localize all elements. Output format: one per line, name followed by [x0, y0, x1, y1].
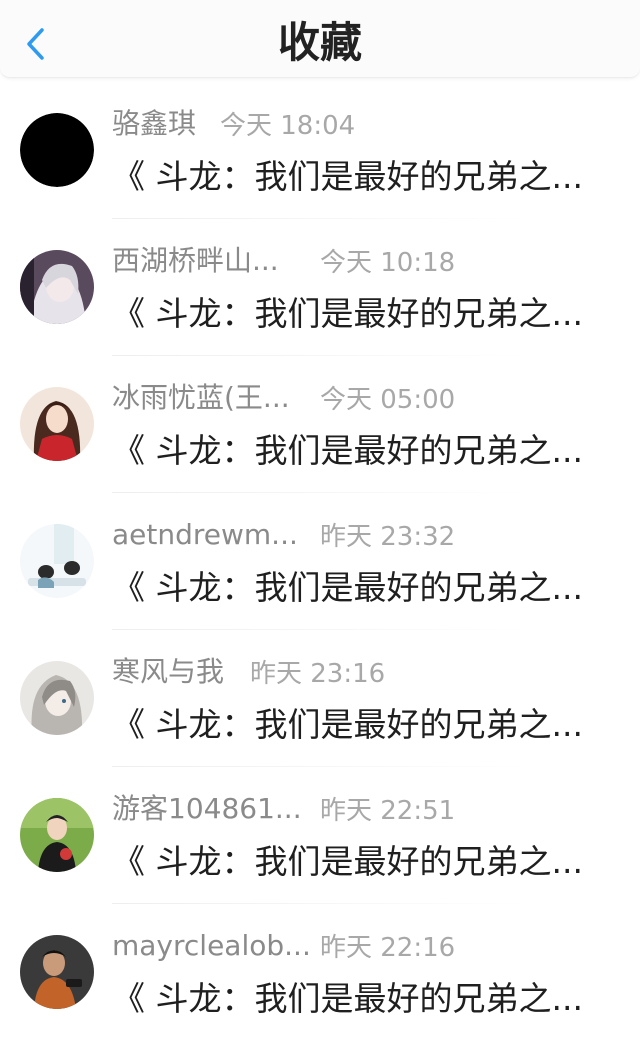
username[interactable]: 寒风与我: [112, 654, 224, 690]
list-item[interactable]: 西湖桥畔山... 今天 10:18 《 斗龙：我们是最好的兄弟之...: [0, 219, 640, 356]
avatar[interactable]: [20, 250, 94, 324]
list-item[interactable]: 寒风与我 昨天 23:16 《 斗龙：我们是最好的兄弟之...: [0, 630, 640, 767]
timestamp: 今天 05:00: [320, 385, 456, 415]
username[interactable]: 游客104861...: [112, 791, 302, 827]
avatar[interactable]: [20, 113, 94, 187]
username[interactable]: aetndrewm...: [112, 517, 298, 553]
story-title[interactable]: 《 斗龙：我们是最好的兄弟之...: [112, 704, 583, 746]
timestamp: 昨天 22:51: [320, 796, 456, 826]
list-item[interactable]: aetndrewm... 昨天 23:32 《 斗龙：我们是最好的兄弟之...: [0, 493, 640, 630]
username[interactable]: mayrclealob...: [112, 928, 311, 964]
timestamp: 昨天 23:32: [320, 522, 456, 552]
story-title[interactable]: 《 斗龙：我们是最好的兄弟之...: [112, 841, 583, 883]
story-title[interactable]: 《 斗龙：我们是最好的兄弟之...: [112, 156, 583, 198]
list-item[interactable]: 骆鑫琪 今天 18:04 《 斗龙：我们是最好的兄弟之...: [0, 82, 640, 219]
username[interactable]: 骆鑫琪: [112, 106, 196, 142]
page-title: 收藏: [277, 18, 362, 67]
timestamp: 昨天 22:16: [320, 933, 456, 963]
story-title[interactable]: 《 斗龙：我们是最好的兄弟之...: [112, 567, 583, 609]
avatar[interactable]: [20, 798, 94, 872]
list-item[interactable]: 冰雨忧蓝(王... 今天 05:00 《 斗龙：我们是最好的兄弟之...: [0, 356, 640, 493]
story-title[interactable]: 《 斗龙：我们是最好的兄弟之...: [112, 978, 583, 1020]
avatar[interactable]: [20, 387, 94, 461]
top-bar: 收藏: [0, 0, 640, 78]
avatar[interactable]: [20, 524, 94, 598]
username[interactable]: 冰雨忧蓝(王...: [112, 380, 290, 416]
avatar[interactable]: [20, 661, 94, 735]
timestamp: 昨天 23:16: [250, 659, 386, 689]
list-item[interactable]: 游客104861... 昨天 22:51 《 斗龙：我们是最好的兄弟之...: [0, 767, 640, 904]
story-title[interactable]: 《 斗龙：我们是最好的兄弟之...: [112, 293, 583, 335]
list-item[interactable]: mayrclealob... 昨天 22:16 《 斗龙：我们是最好的兄弟之..…: [0, 904, 640, 1041]
avatar[interactable]: [20, 935, 94, 1009]
favorites-list: 骆鑫琪 今天 18:04 《 斗龙：我们是最好的兄弟之... 西湖桥畔山... …: [0, 82, 640, 1041]
story-title[interactable]: 《 斗龙：我们是最好的兄弟之...: [112, 430, 583, 472]
timestamp: 今天 18:04: [220, 111, 356, 141]
timestamp: 今天 10:18: [320, 248, 456, 278]
username[interactable]: 西湖桥畔山...: [112, 243, 279, 279]
